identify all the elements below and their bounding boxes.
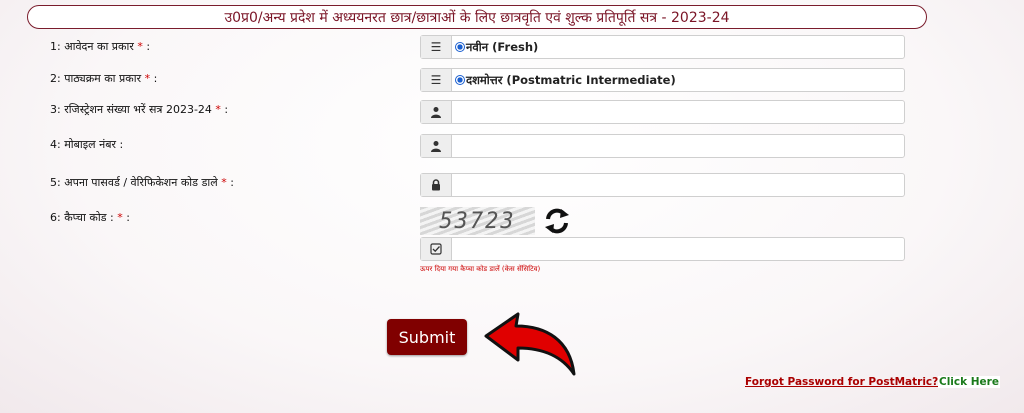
required-mark: * bbox=[144, 72, 151, 85]
captcha-hint: ऊपर दिया गया कैप्चा कोड डालें (केस सेंसि… bbox=[420, 265, 541, 273]
mobile-label: 4: मोबाइल नंबर : bbox=[50, 137, 123, 152]
radio-fresh[interactable]: नवीन (Fresh) bbox=[452, 36, 538, 58]
forgot-password-link[interactable]: Forgot Password for PostMatric? bbox=[745, 376, 938, 388]
captcha-image: 53723 bbox=[420, 207, 535, 235]
registration-label: 3: रजिस्ट्रेशन संख्या भरें सत्र 2023-24 … bbox=[50, 102, 228, 117]
application-type-select[interactable]: ☰ नवीन (Fresh) bbox=[420, 35, 905, 59]
page-title-text: उ0प्र0/अन्य प्रदेश में अध्ययनरत छात्र/छा… bbox=[224, 9, 730, 26]
course-type-label: 2: पाठ्यक्रम का प्रकार * : bbox=[50, 71, 157, 86]
radio-postmatric-label: दशमोत्तर (Postmatric Intermediate) bbox=[466, 72, 676, 87]
captcha-field[interactable] bbox=[420, 237, 905, 261]
label-suffix: : bbox=[230, 176, 234, 189]
label-suffix: : bbox=[224, 103, 229, 116]
registration-label-text: 3: रजिस्ट्रेशन संख्या भरें सत्र 2023-24 bbox=[50, 103, 212, 116]
refresh-icon[interactable] bbox=[542, 207, 572, 235]
password-field[interactable] bbox=[420, 173, 905, 197]
application-type-label-text: 1: आवेदन का प्रकार bbox=[50, 40, 134, 53]
mobile-field[interactable] bbox=[420, 134, 905, 158]
required-mark: * bbox=[221, 176, 227, 189]
password-label: 5: अपना पासवर्ड / वेरिफिकेशन कोड डाले * … bbox=[50, 175, 234, 190]
required-mark: * bbox=[137, 40, 143, 53]
user-icon bbox=[421, 101, 452, 123]
user-icon bbox=[421, 135, 452, 157]
radio-postmatric[interactable]: दशमोत्तर (Postmatric Intermediate) bbox=[452, 69, 676, 91]
radio-selected-icon bbox=[455, 75, 465, 85]
captcha-code: 53723 bbox=[439, 208, 516, 234]
course-type-label-text: 2: पाठ्यक्रम का प्रकार bbox=[50, 72, 142, 85]
course-type-select[interactable]: ☰ दशमोत्तर (Postmatric Intermediate) bbox=[420, 68, 905, 92]
application-type-label: 1: आवेदन का प्रकार * : bbox=[50, 39, 150, 54]
curved-arrow-icon bbox=[478, 310, 583, 382]
label-suffix: : bbox=[146, 40, 151, 53]
list-icon: ☰ bbox=[421, 69, 452, 91]
check-square-icon bbox=[421, 238, 452, 260]
password-input[interactable] bbox=[452, 174, 904, 196]
registration-field[interactable] bbox=[420, 100, 905, 124]
mobile-label-text: 4: मोबाइल नंबर : bbox=[50, 138, 124, 151]
label-suffix: : bbox=[153, 72, 158, 85]
list-icon: ☰ bbox=[421, 36, 452, 58]
mobile-input[interactable] bbox=[452, 135, 904, 157]
password-label-text: 5: अपना पासवर्ड / वेरिफिकेशन कोड डाले bbox=[50, 176, 218, 189]
radio-fresh-label: नवीन (Fresh) bbox=[466, 39, 539, 54]
captcha-input[interactable] bbox=[452, 238, 904, 260]
click-here-link[interactable]: Click Here bbox=[938, 376, 1000, 388]
captcha-label: 6: कैप्चा कोड : * : bbox=[50, 210, 130, 225]
required-mark: * bbox=[117, 211, 123, 224]
page-title: उ0प्र0/अन्य प्रदेश में अध्ययनरत छात्र/छा… bbox=[27, 5, 927, 29]
captcha-label-text: 6: कैप्चा कोड : bbox=[50, 211, 114, 224]
radio-selected-icon bbox=[455, 42, 465, 52]
label-suffix: : bbox=[126, 211, 130, 224]
registration-input[interactable] bbox=[452, 101, 904, 123]
submit-button[interactable]: Submit bbox=[387, 319, 467, 355]
lock-icon bbox=[421, 174, 452, 196]
required-mark: * bbox=[215, 103, 221, 116]
